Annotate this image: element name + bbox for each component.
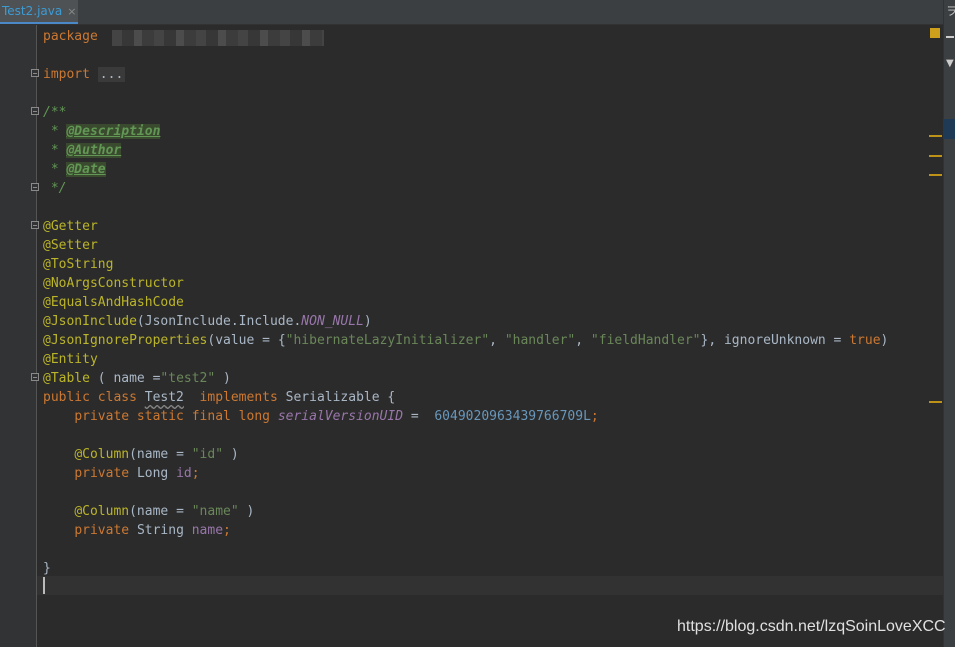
code-line-annotation: @ToString: [43, 257, 114, 272]
code-line-annotation: @NoArgsConstructor: [43, 276, 184, 291]
code-line-package: package: [43, 27, 98, 46]
code-line-import: import ...: [43, 65, 126, 84]
close-icon[interactable]: ×: [67, 5, 76, 18]
class-name: Test2: [144, 390, 184, 405]
triangle-down-icon[interactable]: ▼: [946, 58, 954, 69]
doc-tag: @Author: [66, 143, 122, 158]
tab-test2-java[interactable]: Test2.java ×: [0, 0, 78, 24]
tab-label: Test2.java: [2, 4, 63, 18]
right-tool-strip: [943, 0, 955, 647]
error-stripe-mark[interactable]: [929, 174, 942, 176]
code-line-field-id: private Long id;: [74, 466, 200, 481]
doc-tag: @Date: [66, 162, 106, 177]
warning-indicator-icon[interactable]: [930, 28, 940, 38]
code-line-field-name: private String name;: [74, 523, 231, 538]
code-line-doc-author: * @Author: [43, 143, 122, 158]
code-line-doc-date: * @Date: [43, 162, 106, 177]
scrollbar-thumb[interactable]: [943, 119, 955, 139]
code-line-annotation: @Setter: [43, 238, 98, 253]
code-line-annotation: @EqualsAndHashCode: [43, 295, 184, 310]
code-line-table: @Table ( name ="test2" ): [43, 371, 231, 386]
error-stripe-mark[interactable]: [929, 401, 942, 403]
minimize-icon[interactable]: [946, 36, 954, 38]
editor-tab-bar: Test2.java ×: [0, 0, 943, 25]
error-stripe-mark[interactable]: [929, 155, 942, 157]
keyword: import: [43, 67, 90, 82]
code-line-column-name: @Column(name = "name" ): [74, 504, 255, 519]
code-line-entity: @Entity: [43, 352, 98, 367]
code-line-doc-description: * @Description: [43, 124, 161, 139]
text-caret: [43, 577, 45, 594]
code-line-json-ignore: @JsonIgnoreProperties(value = {"hibernat…: [43, 333, 889, 348]
folded-imports[interactable]: ...: [97, 67, 126, 82]
code-line-class-end: }: [43, 561, 51, 576]
code-line-annotation: @Getter: [43, 219, 98, 234]
maven-tool-icon[interactable]: ヲ: [946, 2, 955, 19]
code-line-doc-start: /**: [43, 105, 67, 120]
blurred-package-name: [112, 30, 324, 46]
doc-tag: @Description: [66, 124, 161, 139]
line-gutter[interactable]: [0, 25, 37, 647]
code-line-class-decl: public class Test2 implements Serializab…: [43, 390, 396, 405]
error-stripe-mark[interactable]: [929, 135, 942, 137]
code-line-serial-uid: private static final long serialVersionU…: [74, 409, 599, 424]
keyword: package: [43, 29, 98, 44]
code-editor[interactable]: package import ... /** * @Description * …: [37, 25, 943, 647]
code-line-json-include: @JsonInclude(JsonInclude.Include.NON_NUL…: [43, 314, 372, 329]
watermark: https://blog.csdn.net/lzqSoinLoveXCC: [677, 618, 946, 635]
code-line-column-id: @Column(name = "id" ): [74, 447, 239, 462]
code-line-doc-end: */: [43, 181, 67, 196]
